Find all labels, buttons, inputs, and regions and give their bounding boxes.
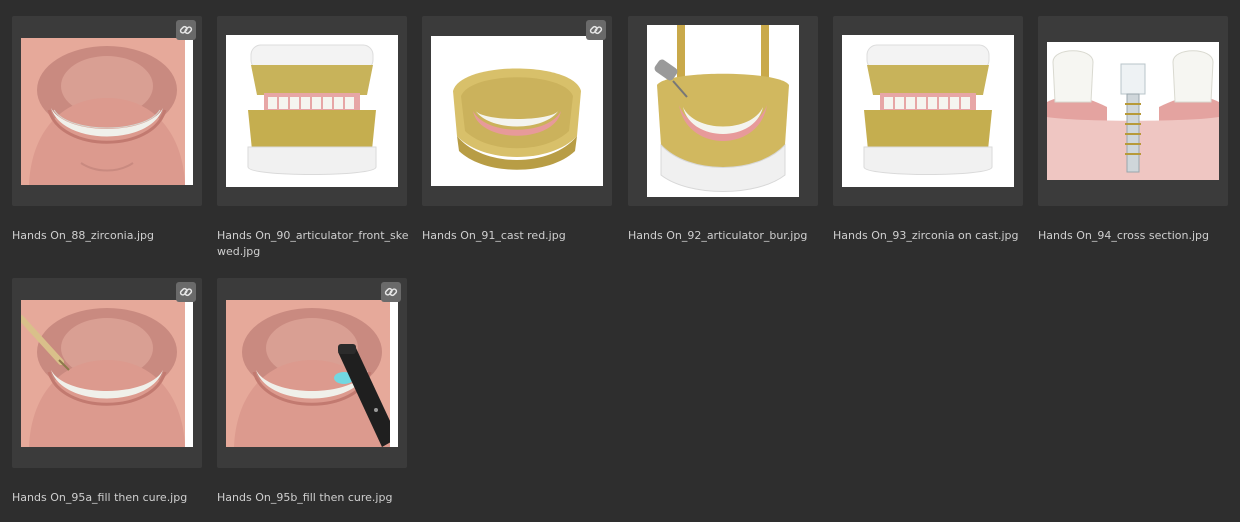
thumbnail-image [226, 35, 398, 187]
asset-tile[interactable] [217, 16, 407, 206]
thumbnail-image [226, 299, 398, 447]
asset-item[interactable]: Hands On_91_cast red.jpg [422, 16, 614, 244]
asset-item[interactable]: Hands On_94_cross section.jpg [1038, 16, 1230, 244]
asset-item[interactable]: Hands On_88_zirconia.jpg [12, 16, 204, 244]
asset-item[interactable]: Hands On_93_zirconia on cast.jpg [833, 16, 1025, 244]
asset-filename: Hands On_95a_fill then cure.jpg [12, 491, 188, 504]
asset-tile[interactable] [628, 16, 818, 206]
asset-tile[interactable] [12, 16, 202, 206]
thumbnail-image [21, 299, 193, 447]
link-icon[interactable] [176, 20, 196, 40]
asset-item[interactable]: Hands On_95a_fill then cure.jpg [12, 278, 204, 506]
thumbnail-image [21, 37, 193, 185]
mouth-illustration [21, 37, 193, 185]
link-icon[interactable] [176, 282, 196, 302]
asset-filename: Hands On_94_cross section.jpg [1038, 229, 1209, 242]
asset-grid: Hands On_88_zirconia.jpg Hands On_90_art… [0, 0, 1240, 522]
asset-filename: Hands On_90_articulator_front_skewed.jpg [217, 229, 409, 258]
asset-filename: Hands On_91_cast red.jpg [422, 229, 566, 242]
thumbnail-image [1047, 42, 1219, 180]
asset-item[interactable]: Hands On_90_articulator_front_skewed.jpg [217, 16, 409, 260]
mouth-syringe-illustration [21, 299, 193, 447]
cast-illustration [431, 36, 603, 186]
mouth-curing-light-illustration [226, 299, 398, 447]
asset-tile[interactable] [833, 16, 1023, 206]
thumbnail-image [431, 36, 603, 186]
thumbnail-image [647, 25, 799, 197]
asset-tile[interactable] [422, 16, 612, 206]
asset-filename: Hands On_95b_fill then cure.jpg [217, 491, 393, 504]
articulator-bur-illustration [647, 25, 799, 197]
asset-tile[interactable] [217, 278, 407, 468]
link-icon[interactable] [381, 282, 401, 302]
articulator-illustration [226, 35, 398, 187]
asset-item[interactable]: Hands On_92_articulator_bur.jpg [628, 16, 820, 244]
cross-section-illustration [1047, 42, 1219, 180]
articulator-illustration [842, 35, 1014, 187]
link-icon[interactable] [586, 20, 606, 40]
asset-tile[interactable] [12, 278, 202, 468]
asset-tile[interactable] [1038, 16, 1228, 206]
asset-filename: Hands On_93_zirconia on cast.jpg [833, 229, 1019, 242]
thumbnail-image [842, 35, 1014, 187]
asset-filename: Hands On_92_articulator_bur.jpg [628, 229, 808, 242]
asset-filename: Hands On_88_zirconia.jpg [12, 229, 154, 242]
asset-item[interactable]: Hands On_95b_fill then cure.jpg [217, 278, 409, 506]
